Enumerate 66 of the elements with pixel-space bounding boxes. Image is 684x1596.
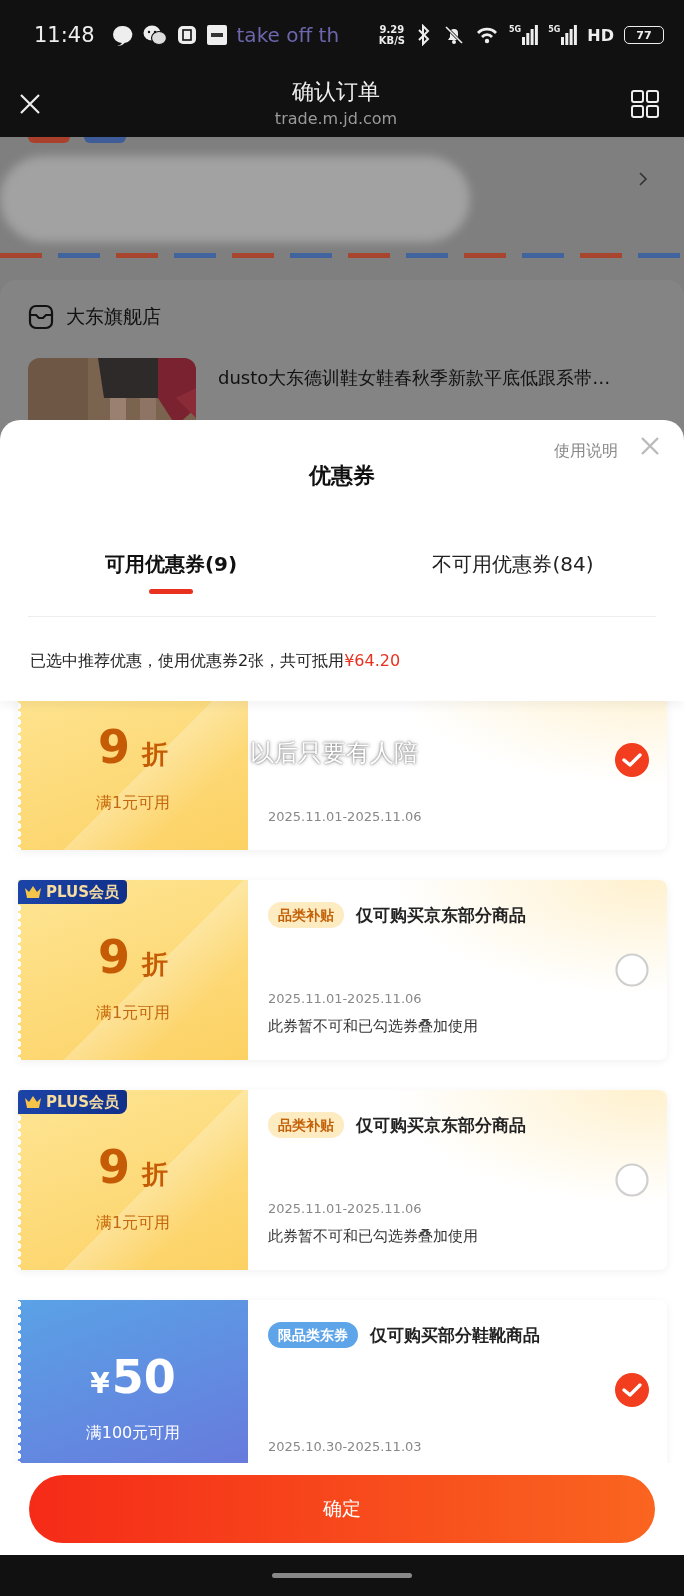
store-name[interactable]: 大东旗舰店 — [66, 304, 161, 330]
speed-unit: KB/S — [378, 35, 406, 46]
coupon-unit: 折 — [142, 1158, 168, 1191]
store-icon — [28, 304, 54, 330]
battery-indicator: 77 — [624, 26, 664, 44]
radio-button[interactable] — [615, 1163, 649, 1197]
coupon-unit: 折 — [142, 948, 168, 981]
badge-text: PLUS会员 — [46, 882, 119, 902]
coupon-value: 9 — [98, 1142, 130, 1192]
wifi-icon — [475, 25, 500, 45]
network-speed: 9.29 — [379, 24, 405, 35]
signal-bars-icon — [522, 25, 539, 45]
currency-sign: ¥ — [90, 1367, 110, 1400]
badge-text: PLUS会员 — [46, 1092, 119, 1112]
radio-button[interactable] — [615, 953, 649, 987]
page-url: trade.m.jd.com — [274, 107, 398, 130]
sheet-title: 优惠券 — [309, 462, 375, 490]
close-icon — [18, 91, 42, 116]
coupon-note: 此券暂不可和已勾选券叠加使用 — [268, 1226, 479, 1246]
chat-bubble-icon — [110, 24, 133, 46]
coupon-condition: 满1元可用 — [95, 1002, 171, 1024]
coupon-tag: 限品类东券 — [268, 1322, 358, 1348]
tag-chip — [84, 137, 126, 143]
wechat-icon — [142, 24, 167, 46]
coupon-title: 仅可购买部分鞋靴商品 — [370, 1323, 540, 1347]
tab[interactable]: 可用优惠券(9) — [0, 540, 342, 588]
coupon-tag: 品类补贴 — [268, 902, 344, 928]
grid-icon — [630, 88, 660, 119]
tab[interactable]: 不可用优惠券(84) — [342, 540, 684, 588]
validity-date: 2025.10.30-2025.11.03 — [268, 1438, 423, 1456]
coupon-note: 此券暂不可和已勾选券叠加使用 — [268, 1016, 479, 1036]
network-type-label: 5G — [509, 25, 522, 34]
close-icon — [640, 436, 660, 456]
chevron-right-icon[interactable] — [638, 171, 648, 187]
coupon-condition: 满100元可用 — [85, 1422, 181, 1444]
clock-time: 11:48 — [34, 23, 95, 47]
confirm-button[interactable]: 确定 — [29, 1475, 655, 1543]
tag-chip — [28, 137, 70, 143]
coupon-value: 9 — [98, 722, 130, 772]
tab-indicator — [149, 589, 193, 594]
validity-date: 2025.11.01-2025.11.06 — [268, 990, 423, 1008]
validity-date: 2025.11.01-2025.11.06 — [268, 808, 423, 826]
checked-radio[interactable] — [615, 743, 649, 777]
summary-text: 已选中推荐优惠，使用优惠券2张，共可抵用¥64.20 — [29, 650, 402, 672]
signal-bars-icon — [561, 25, 578, 45]
network-type-label: 5G — [548, 25, 561, 34]
muted-bell-icon — [443, 24, 466, 46]
app-icon — [176, 25, 197, 45]
hd-label: HD — [587, 25, 614, 45]
validity-date: 2025.11.01-2025.11.06 — [268, 1200, 423, 1218]
help-link[interactable]: 使用说明 — [554, 438, 618, 464]
coupon-tag: 品类补贴 — [268, 1112, 344, 1138]
page-title: 确认订单 — [292, 77, 380, 106]
coupon-value: 50 — [111, 1352, 176, 1402]
checked-radio[interactable] — [615, 1373, 649, 1407]
lyric-text: take off th — [236, 23, 340, 47]
coupon-unit: 折 — [142, 738, 168, 771]
coupon-title: 仅可购买京东部分商品 — [356, 903, 526, 927]
coupon-condition: 满1元可用 — [95, 792, 171, 814]
coupon-title: 仅可购买京东部分商品 — [356, 1113, 526, 1137]
crown-icon — [24, 1095, 42, 1109]
app-icon — [206, 25, 227, 45]
crown-icon — [24, 885, 42, 899]
lyric-text: 以后只要有人陪 — [250, 738, 418, 769]
coupon-value: 9 — [98, 932, 130, 982]
coupon-condition: 满1元可用 — [95, 1212, 171, 1234]
